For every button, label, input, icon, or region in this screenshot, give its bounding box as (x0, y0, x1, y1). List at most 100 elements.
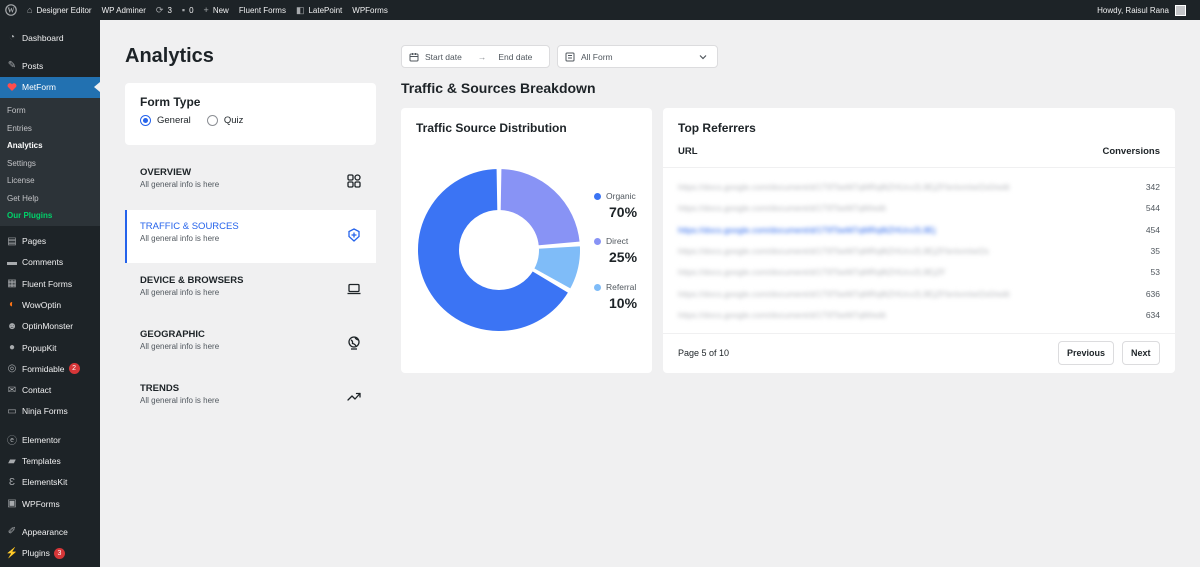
radio-general-label[interactable]: General (157, 115, 191, 126)
nav-overview[interactable]: OVERVIEW All general info is here (125, 156, 376, 209)
legend-dot-direct (594, 238, 601, 246)
dashboard-icon: ◔ (8, 32, 16, 44)
legend-label-organic: Organic (606, 191, 636, 201)
legend-organic: Organic 70% (594, 191, 637, 220)
latepoint-link[interactable]: ◧ LatePoint (291, 0, 347, 20)
start-date-field[interactable]: Start date (425, 52, 462, 62)
end-date-field[interactable]: End date (498, 52, 532, 62)
sidebar-item-comments[interactable]: ▬ Comments (0, 252, 100, 273)
date-range-picker[interactable]: Start date → End date (401, 45, 550, 68)
donut-chart (416, 167, 582, 333)
legend-value-organic: 70% (609, 204, 638, 220)
referrer-url[interactable]: https://docs.google.com/document/d/1T9Tb… (678, 267, 946, 277)
table-row: https://docs.google.com/document/d/1T9Tb… (678, 261, 1160, 282)
sidebar-item-elementskit[interactable]: Ɛ ElementsKit (0, 472, 100, 493)
nav-trends[interactable]: TRENDS All general info is here (125, 372, 376, 425)
sidebar-item-label: WPForms (22, 498, 60, 509)
submenu-analytics[interactable]: Analytics (0, 137, 100, 155)
radio-quiz[interactable] (206, 115, 218, 126)
referrer-url[interactable]: https://docs.google.com/document/d/1T9Tb… (678, 203, 886, 213)
referrer-url[interactable]: https://docs.google.com/document/d/1T9Tb… (678, 246, 989, 256)
referrer-url[interactable]: https://docs.google.com/document/d/1T9Tb… (678, 225, 936, 235)
my-account-menu[interactable]: Howdy, Raisul Rana (1097, 4, 1200, 16)
trend-icon (347, 392, 361, 401)
sidebar-item-label: Fluent Forms (22, 278, 73, 289)
section-heading: Traffic & Sources Breakdown (401, 80, 596, 96)
sidebar-item-posts[interactable]: ✎ Posts (0, 55, 100, 76)
table-row: https://docs.google.com/document/d/1T9Tb… (678, 304, 1160, 325)
table-row: https://docs.google.com/document/d/1T9Tb… (678, 176, 1160, 197)
wp-adminer-link[interactable]: WP Adminer (97, 0, 151, 20)
wordpress-icon: W (5, 4, 17, 16)
svg-text:W: W (8, 7, 15, 15)
wpforms-icon: ▣ (7, 498, 17, 510)
sidebar-item-label: MetForm (22, 82, 56, 93)
sidebar-item-wowoptin[interactable]: ◐ WowOptin (0, 294, 100, 315)
sidebar-item-pages[interactable]: ▤ Pages (0, 230, 100, 251)
submenu-settings[interactable]: Settings (0, 154, 100, 172)
form-select[interactable]: All Form (557, 45, 718, 68)
latepoint-icon: ◧ (295, 4, 305, 15)
header-divider (663, 167, 1175, 168)
formidable-icon: ◎ (7, 363, 17, 375)
form-select-value: All Form (581, 51, 613, 62)
sidebar-item-optinmonster[interactable]: ☻ OptinMonster (0, 316, 100, 337)
submenu-entries[interactable]: Entries (0, 119, 100, 137)
referrer-url[interactable]: https://docs.google.com/document/d/1T9Tb… (678, 310, 886, 320)
sidebar-item-label: PopupKit (22, 342, 57, 353)
comments-link[interactable]: ▪ 0 (177, 0, 199, 20)
sidebar-item-label: Elementor (22, 434, 61, 445)
sidebar-item-appearance[interactable]: ✐ Appearance (0, 521, 100, 542)
sidebar-item-popupkit[interactable]: ● PopupKit (0, 337, 100, 358)
sidebar-item-wpforms[interactable]: ▣ WPForms (0, 493, 100, 514)
form-type-radio-group: General Quiz (140, 115, 361, 126)
distribution-title: Traffic Source Distribution (416, 121, 567, 135)
table-row: https://docs.google.com/document/d/1T9Tb… (678, 240, 1160, 261)
wpforms-link[interactable]: WPForms (347, 0, 393, 20)
wordpress-logo-menu[interactable]: W (0, 0, 22, 20)
submenu-our-plugins[interactable]: Our Plugins (0, 207, 100, 225)
elementor-icon: ⓔ (7, 436, 17, 448)
sidebar-item-dashboard[interactable]: ◔ Dashboard (0, 27, 100, 48)
radio-general[interactable] (140, 115, 151, 126)
sidebar-item-templates[interactable]: ▰ Templates (0, 450, 100, 471)
nav-title: DEVICE & BROWSERS (140, 275, 244, 286)
comments-icon: ▬ (7, 256, 17, 268)
site-name-menu[interactable]: ⌂ Designer Editor (22, 0, 97, 20)
sidebar-item-label: Templates (22, 456, 61, 466)
submenu-get-help[interactable]: Get Help (0, 189, 100, 207)
admin-bar: W ⌂ Designer Editor WP Adminer ⟳ 3 ▪ 0 +… (0, 0, 1200, 20)
previous-button[interactable]: Previous (1058, 341, 1115, 365)
updates-count: 3 (167, 5, 172, 15)
nav-traffic-sources[interactable]: TRAFFIC & SOURCES All general info is he… (125, 210, 376, 263)
legend-dot-referral (594, 284, 601, 292)
fluent-forms-link[interactable]: Fluent Forms (234, 0, 291, 20)
popupkit-icon: ● (8, 342, 16, 354)
referrer-url[interactable]: https://docs.google.com/document/d/1T9Tb… (678, 182, 1010, 192)
sidebar-item-elementor[interactable]: ⓔ Elementor (0, 429, 100, 450)
referrer-url[interactable]: https://docs.google.com/document/d/1T9Tb… (678, 289, 1010, 299)
sidebar-item-contact[interactable]: ✉ Contact (0, 379, 100, 400)
new-content-menu[interactable]: + New (199, 0, 234, 20)
sidebar-item-ninja-forms[interactable]: ▭ Ninja Forms (0, 401, 100, 422)
table-row: https://docs.google.com/document/d/1T9Tb… (678, 197, 1160, 218)
radio-quiz-label[interactable]: Quiz (224, 115, 244, 126)
form-icon (565, 52, 575, 61)
sidebar-item-label: Plugins (22, 548, 50, 559)
nav-geographic[interactable]: GEOGRAPHIC All general info is here (125, 318, 376, 371)
contact-icon: ✉ (7, 384, 17, 396)
wp-adminer-label: WP Adminer (101, 5, 146, 15)
legend-referral: Referral 10% (594, 282, 637, 311)
sidebar-item-plugins[interactable]: ⚡ Plugins 3 (0, 543, 100, 564)
submenu-form[interactable]: Form (0, 102, 100, 120)
sidebar-item-fluent-forms[interactable]: ▦ Fluent Forms (0, 273, 100, 294)
elementskit-icon: Ɛ (8, 476, 16, 488)
sidebar-item-formidable[interactable]: ◎ Formidable 2 (0, 358, 100, 379)
conversions-value: 342 (1145, 181, 1160, 192)
nav-device-browsers[interactable]: DEVICE & BROWSERS All general info is he… (125, 264, 376, 317)
sidebar-item-metform[interactable]: MetForm (0, 76, 100, 98)
donut-slice-direct[interactable] (498, 167, 582, 248)
submenu-license[interactable]: License (0, 172, 100, 190)
updates-link[interactable]: ⟳ 3 (151, 0, 177, 20)
next-button[interactable]: Next (1122, 341, 1160, 365)
